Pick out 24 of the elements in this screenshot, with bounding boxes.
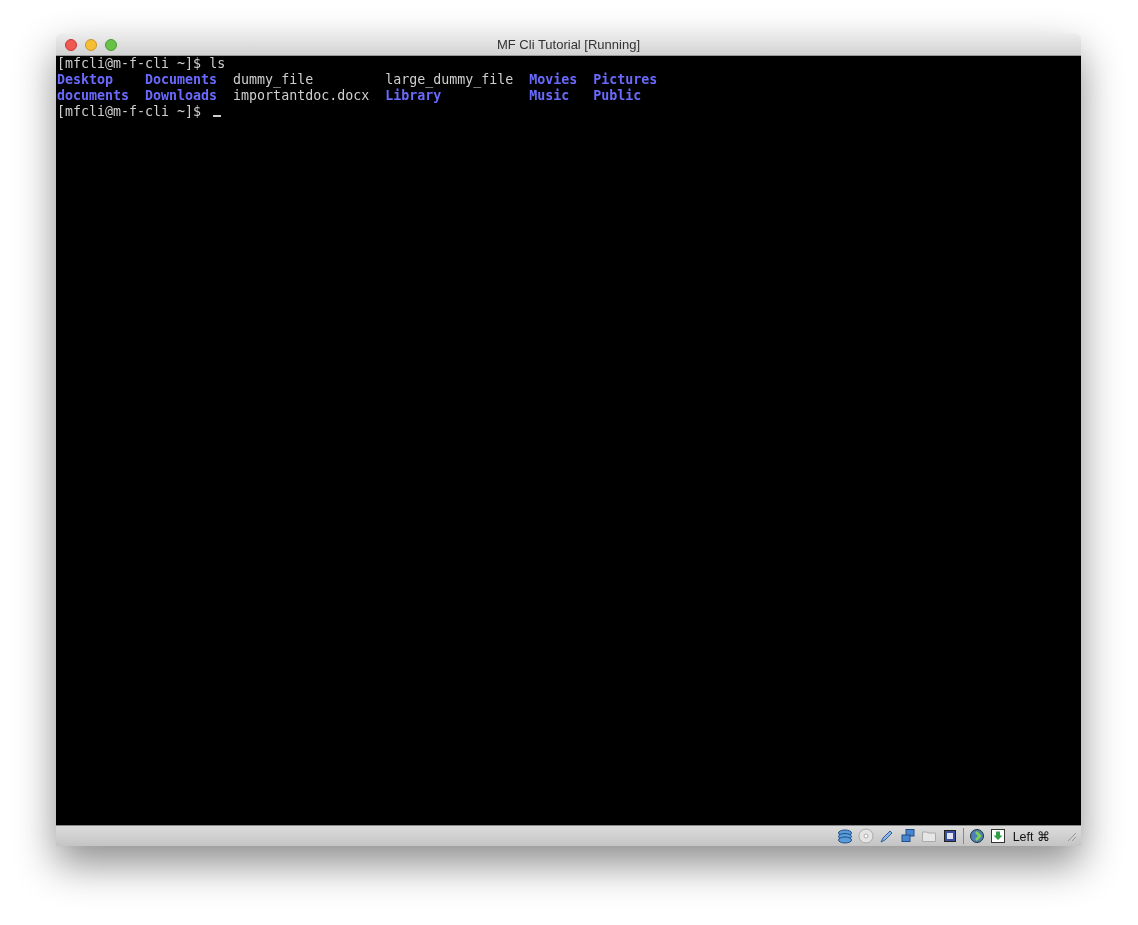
shell-prompt: [mfcli@m-f-cli ~]$ [57, 104, 202, 119]
directory-name: Desktop [57, 72, 115, 88]
host-key-label: Left ⌘ [1012, 828, 1050, 844]
close-button[interactable] [65, 38, 77, 51]
network-screens-icon[interactable] [899, 828, 916, 844]
resize-grip-icon[interactable] [1065, 830, 1077, 842]
shell-prompt: [mfcli@m-f-cli ~]$ [57, 56, 202, 71]
directory-name: Downloads [145, 88, 219, 104]
window-title: MF Cli Tutorial [Running] [496, 37, 641, 52]
directory-name: Public [593, 88, 643, 104]
directory-name: documents [57, 88, 131, 104]
file-name: large_dummy_file [385, 72, 515, 88]
directory-name: Movies [529, 72, 579, 88]
directory-name: Pictures [593, 72, 659, 88]
text-cursor [213, 115, 222, 117]
disk-stack-icon[interactable] [836, 828, 853, 844]
directory-name: Library [385, 88, 442, 104]
zoom-button[interactable] [105, 38, 117, 51]
directory-name: Documents [145, 72, 219, 88]
file-name: importantdoc.docx [233, 88, 371, 104]
command-text: ls [209, 56, 226, 71]
directory-name: Music [529, 88, 571, 104]
file-name: dummy_file [233, 72, 315, 88]
usb-pen-icon[interactable] [878, 828, 895, 844]
